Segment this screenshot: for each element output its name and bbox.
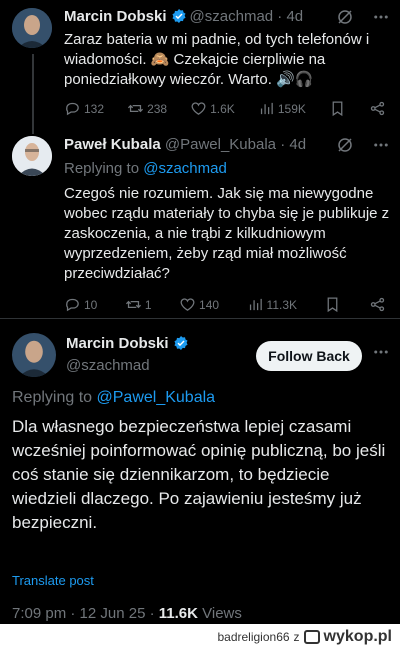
more-icon[interactable] <box>372 8 390 31</box>
views-count: 11.6K <box>158 605 198 622</box>
tweet-1[interactable]: Marcin Dobski @szachmad · 4d Zaraz bateri… <box>0 0 400 122</box>
avatar[interactable] <box>12 8 52 48</box>
action-bar: 132 238 1.6K 159K <box>64 100 386 117</box>
tweet-text: Dla własnego bezpieczeństwa lepiej czasa… <box>12 417 386 532</box>
verified-badge-icon <box>171 8 187 28</box>
repost-button[interactable]: 238 <box>127 100 167 117</box>
translate-post-link[interactable]: Translate post <box>12 573 94 588</box>
views-button[interactable]: 159K <box>258 100 306 117</box>
watermark-sep: z <box>293 629 300 644</box>
timestamp[interactable]: · 4d <box>280 136 306 153</box>
avatar[interactable] <box>12 136 52 176</box>
views-count: 11.3K <box>266 297 297 312</box>
author-handle[interactable]: @szachmad <box>190 8 274 25</box>
bookmark-button[interactable] <box>324 296 341 313</box>
views-label: Views <box>202 605 242 622</box>
author-name[interactable]: Marcin Dobski <box>66 335 169 352</box>
like-count: 1.6K <box>210 101 235 116</box>
reply-icon <box>66 298 79 312</box>
post-timestamp[interactable]: 7:09 pm · 12 Jun 25 · <box>12 605 155 622</box>
repost-button[interactable]: 1 <box>125 296 152 313</box>
repost-icon <box>125 300 141 309</box>
replying-label: Replying to <box>64 160 140 177</box>
timestamp[interactable]: · 4d <box>277 8 303 25</box>
tweet-2[interactable]: Paweł Kubala @Pawel_Kubala · 4d Replying… <box>0 122 400 318</box>
share-icon <box>370 101 385 116</box>
bookmark-button[interactable] <box>329 100 346 117</box>
watermark-bar: badreligion66 z wykop.pl <box>0 624 400 649</box>
views-button[interactable]: 11.3K <box>247 296 297 313</box>
bookmark-icon <box>332 101 343 117</box>
share-button[interactable] <box>369 296 386 313</box>
reply-count: 132 <box>84 101 105 116</box>
author-handle[interactable]: @Pawel_Kubala <box>165 136 276 153</box>
tweet-text: Czegoś nie rozumiem. Jak się ma niewygod… <box>64 185 390 282</box>
replying-mention-link[interactable]: @Pawel_Kubala <box>97 389 216 406</box>
more-icon[interactable] <box>372 136 390 159</box>
verified-badge-icon <box>173 335 189 355</box>
heart-icon <box>191 102 206 115</box>
replying-mention-link[interactable]: @szachmad <box>143 160 227 177</box>
reply-button[interactable]: 10 <box>64 296 97 313</box>
avatar[interactable] <box>12 333 56 377</box>
views-icon <box>260 102 273 115</box>
share-icon <box>370 297 385 312</box>
like-button[interactable]: 140 <box>179 296 219 313</box>
repost-count: 238 <box>147 101 168 116</box>
more-icon[interactable] <box>372 343 390 366</box>
grok-icon[interactable] <box>336 136 354 159</box>
like-button[interactable]: 1.6K <box>190 100 235 117</box>
author-name[interactable]: Paweł Kubala <box>64 136 161 153</box>
replying-label: Replying to <box>12 389 93 406</box>
views-count: 159K <box>277 101 306 116</box>
grok-icon[interactable] <box>336 8 354 31</box>
thread-line <box>32 54 34 122</box>
share-button[interactable] <box>369 100 386 117</box>
like-count: 140 <box>199 297 220 312</box>
reply-button[interactable]: 132 <box>64 100 104 117</box>
thread-line <box>32 122 34 134</box>
action-bar: 10 1 140 11.3K <box>64 296 386 313</box>
repost-count: 1 <box>144 297 152 312</box>
wykop-logo-icon <box>303 629 320 644</box>
bookmark-icon <box>328 297 338 313</box>
reply-icon <box>66 102 79 116</box>
heart-icon <box>180 298 195 311</box>
repost-icon <box>128 104 144 113</box>
watermark-site: wykop.pl <box>323 627 392 645</box>
views-icon <box>249 298 262 311</box>
watermark-user: badreligion66 <box>217 629 290 644</box>
follow-back-button[interactable]: Follow Back <box>256 341 362 371</box>
author-name[interactable]: Marcin Dobski <box>64 8 167 25</box>
tweet-text: Zaraz bateria w mi padnie, od tych telef… <box>64 31 370 88</box>
author-handle[interactable]: @szachmad <box>66 357 150 374</box>
reply-count: 10 <box>84 297 98 312</box>
